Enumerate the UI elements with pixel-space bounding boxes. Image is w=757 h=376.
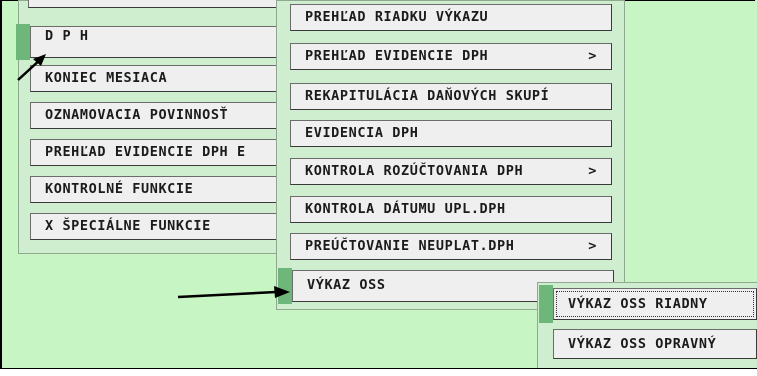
annotation-arrow-dph [17, 54, 46, 81]
annotation-arrows [17, 54, 290, 299]
window-bottom-margin [0, 369, 757, 376]
annotation-arrow-vykaz-oss [177, 286, 290, 299]
